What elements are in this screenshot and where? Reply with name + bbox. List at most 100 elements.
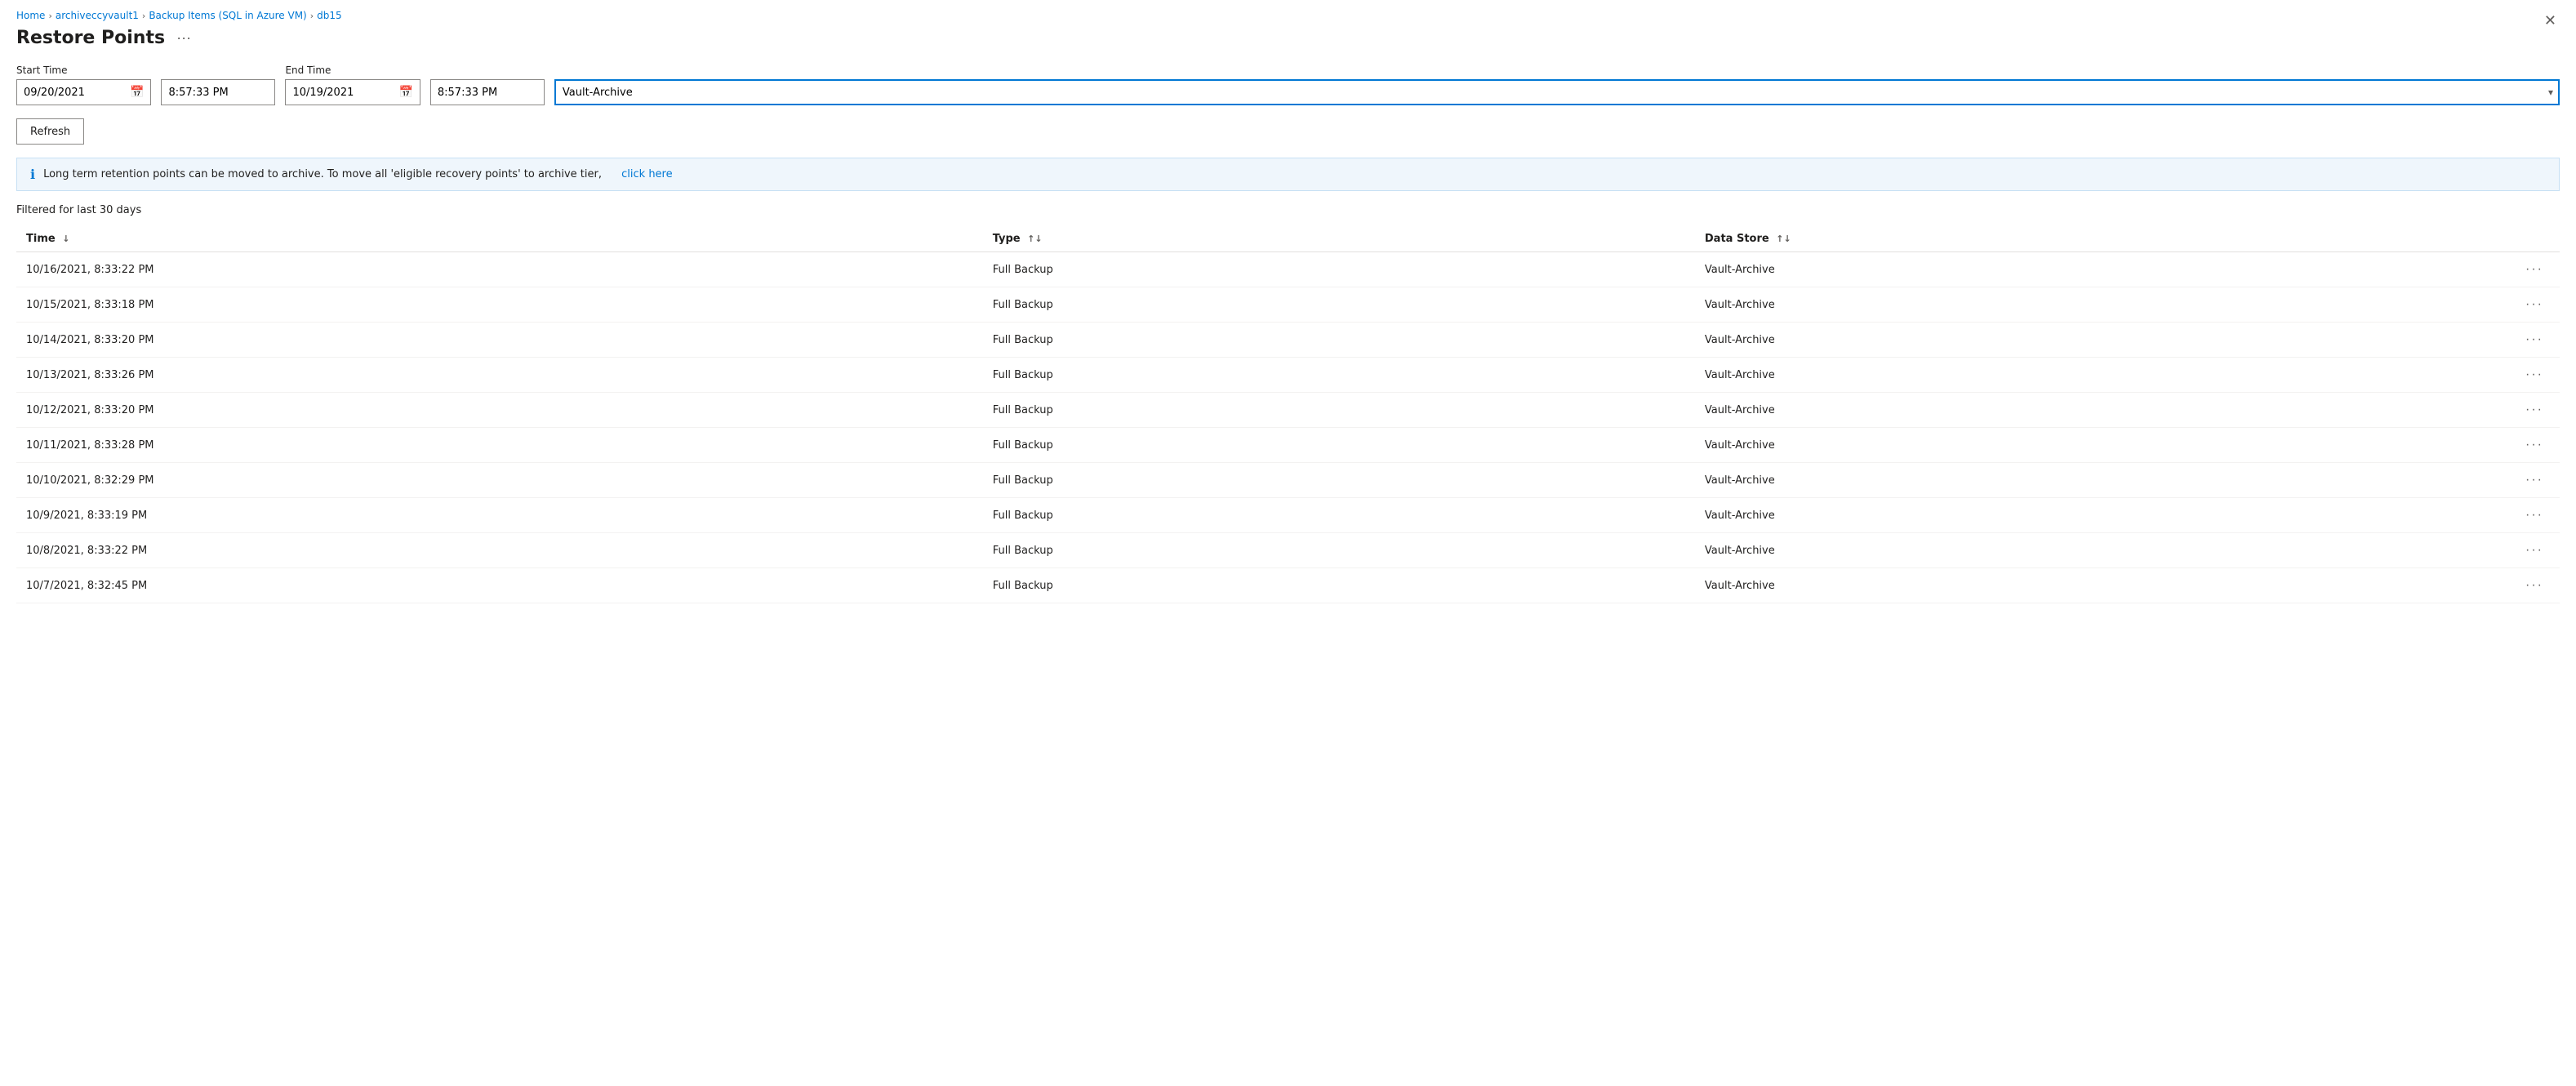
row-actions-button[interactable]: ··· — [2519, 436, 2550, 454]
start-calendar-icon[interactable]: 📅 — [123, 86, 150, 99]
cell-actions: ··· — [2407, 323, 2560, 358]
breadcrumb-vault[interactable]: archiveccyvault1 — [56, 10, 139, 21]
cell-time: 10/15/2021, 8:33:18 PM — [16, 287, 983, 323]
cell-actions: ··· — [2407, 533, 2560, 568]
sort-icon-datastore: ↑↓ — [1776, 234, 1791, 244]
cell-datastore: Vault-Archive — [1695, 252, 2407, 287]
col-time-label: Time — [26, 233, 56, 245]
table-row: 10/8/2021, 8:33:22 PMFull BackupVault-Ar… — [16, 533, 2560, 568]
cell-datastore: Vault-Archive — [1695, 498, 2407, 533]
start-date-input[interactable] — [17, 80, 123, 105]
breadcrumb-sep-2: › — [142, 11, 145, 21]
row-actions-button[interactable]: ··· — [2519, 506, 2550, 524]
cell-actions: ··· — [2407, 463, 2560, 498]
end-date-wrapper: 📅 — [285, 79, 420, 105]
sort-icon-time: ↓ — [62, 234, 69, 244]
sort-icon-type: ↑↓ — [1027, 234, 1042, 244]
row-actions-button[interactable]: ··· — [2519, 471, 2550, 489]
cell-type: Full Backup — [983, 463, 1695, 498]
cell-time: 10/14/2021, 8:33:20 PM — [16, 323, 983, 358]
end-date-input[interactable] — [286, 80, 392, 105]
cell-type: Full Backup — [983, 428, 1695, 463]
datastore-dropdown-wrapper: Vault-Archive Vault-Standard Operational… — [554, 79, 2560, 105]
cell-datastore: Vault-Archive — [1695, 533, 2407, 568]
breadcrumb-home[interactable]: Home — [16, 10, 45, 21]
filter-label: Filtered for last 30 days — [16, 204, 2560, 216]
table-header: Time ↓ Type ↑↓ Data Store ↑↓ — [16, 226, 2560, 252]
cell-type: Full Backup — [983, 252, 1695, 287]
cell-actions: ··· — [2407, 358, 2560, 393]
row-actions-button[interactable]: ··· — [2519, 331, 2550, 349]
cell-datastore: Vault-Archive — [1695, 463, 2407, 498]
page-title: Restore Points — [16, 28, 165, 48]
cell-time: 10/16/2021, 8:33:22 PM — [16, 252, 983, 287]
start-time-group: Start Time 📅 — [16, 65, 151, 105]
more-options-button[interactable]: ··· — [171, 28, 196, 48]
row-actions-button[interactable]: ··· — [2519, 576, 2550, 594]
info-text: Long term retention points can be moved … — [43, 168, 602, 180]
end-time-group: End Time 📅 — [285, 65, 420, 105]
table-row: 10/12/2021, 8:33:20 PMFull BackupVault-A… — [16, 393, 2560, 428]
info-icon: ℹ — [30, 167, 35, 182]
cell-actions: ··· — [2407, 287, 2560, 323]
cell-actions: ··· — [2407, 568, 2560, 603]
filter-row: Start Time 📅 End Time 📅 — [16, 65, 2560, 105]
cell-type: Full Backup — [983, 533, 1695, 568]
start-date-wrapper: 📅 — [16, 79, 151, 105]
table-row: 10/14/2021, 8:33:20 PMFull BackupVault-A… — [16, 323, 2560, 358]
end-time-input[interactable] — [430, 79, 545, 105]
table-row: 10/7/2021, 8:32:45 PMFull BackupVault-Ar… — [16, 568, 2560, 603]
col-header-actions — [2407, 226, 2560, 252]
breadcrumb: Home › archiveccyvault1 › Backup Items (… — [16, 10, 2560, 21]
cell-time: 10/11/2021, 8:33:28 PM — [16, 428, 983, 463]
cell-actions: ··· — [2407, 498, 2560, 533]
refresh-button[interactable]: Refresh — [16, 118, 84, 145]
cell-datastore: Vault-Archive — [1695, 393, 2407, 428]
cell-type: Full Backup — [983, 323, 1695, 358]
breadcrumb-db15[interactable]: db15 — [317, 10, 342, 21]
row-actions-button[interactable]: ··· — [2519, 541, 2550, 559]
table-header-row: Time ↓ Type ↑↓ Data Store ↑↓ — [16, 226, 2560, 252]
breadcrumb-backup-items[interactable]: Backup Items (SQL in Azure VM) — [149, 10, 306, 21]
cell-time: 10/9/2021, 8:33:19 PM — [16, 498, 983, 533]
col-header-datastore[interactable]: Data Store ↑↓ — [1695, 226, 2407, 252]
table-row: 10/15/2021, 8:33:18 PMFull BackupVault-A… — [16, 287, 2560, 323]
cell-datastore: Vault-Archive — [1695, 568, 2407, 603]
row-actions-button[interactable]: ··· — [2519, 260, 2550, 278]
table-row: 10/11/2021, 8:33:28 PMFull BackupVault-A… — [16, 428, 2560, 463]
row-actions-button[interactable]: ··· — [2519, 366, 2550, 384]
cell-datastore: Vault-Archive — [1695, 358, 2407, 393]
start-time-input[interactable] — [161, 79, 275, 105]
table-row: 10/10/2021, 8:32:29 PMFull BackupVault-A… — [16, 463, 2560, 498]
breadcrumb-sep-1: › — [48, 11, 51, 21]
cell-actions: ··· — [2407, 252, 2560, 287]
row-actions-button[interactable]: ··· — [2519, 401, 2550, 419]
info-banner: ℹ Long term retention points can be move… — [16, 158, 2560, 191]
title-row: Restore Points ··· — [16, 28, 2560, 48]
info-link[interactable]: click here — [621, 168, 672, 180]
breadcrumb-sep-3: › — [310, 11, 314, 21]
datastore-spacer — [554, 65, 2560, 76]
cell-type: Full Backup — [983, 498, 1695, 533]
col-datastore-label: Data Store — [1705, 233, 1769, 245]
cell-type: Full Backup — [983, 287, 1695, 323]
start-time-label: Start Time — [16, 65, 151, 76]
start-time-spacer — [161, 65, 275, 76]
datastore-group: Vault-Archive Vault-Standard Operational… — [554, 65, 2560, 105]
close-button[interactable]: ✕ — [2541, 10, 2560, 31]
page-container: Home › archiveccyvault1 › Backup Items (… — [0, 0, 2576, 613]
row-actions-button[interactable]: ··· — [2519, 296, 2550, 314]
end-calendar-icon[interactable]: 📅 — [392, 86, 419, 99]
end-time-spacer — [430, 65, 545, 76]
table-row: 10/16/2021, 8:33:22 PMFull BackupVault-A… — [16, 252, 2560, 287]
datastore-select[interactable]: Vault-Archive Vault-Standard Operational — [554, 79, 2560, 105]
cell-time: 10/10/2021, 8:32:29 PM — [16, 463, 983, 498]
cell-time: 10/12/2021, 8:33:20 PM — [16, 393, 983, 428]
cell-datastore: Vault-Archive — [1695, 428, 2407, 463]
col-header-type[interactable]: Type ↑↓ — [983, 226, 1695, 252]
cell-datastore: Vault-Archive — [1695, 287, 2407, 323]
start-time-field-group — [161, 65, 275, 105]
col-header-time[interactable]: Time ↓ — [16, 226, 983, 252]
cell-type: Full Backup — [983, 393, 1695, 428]
table-body: 10/16/2021, 8:33:22 PMFull BackupVault-A… — [16, 252, 2560, 603]
